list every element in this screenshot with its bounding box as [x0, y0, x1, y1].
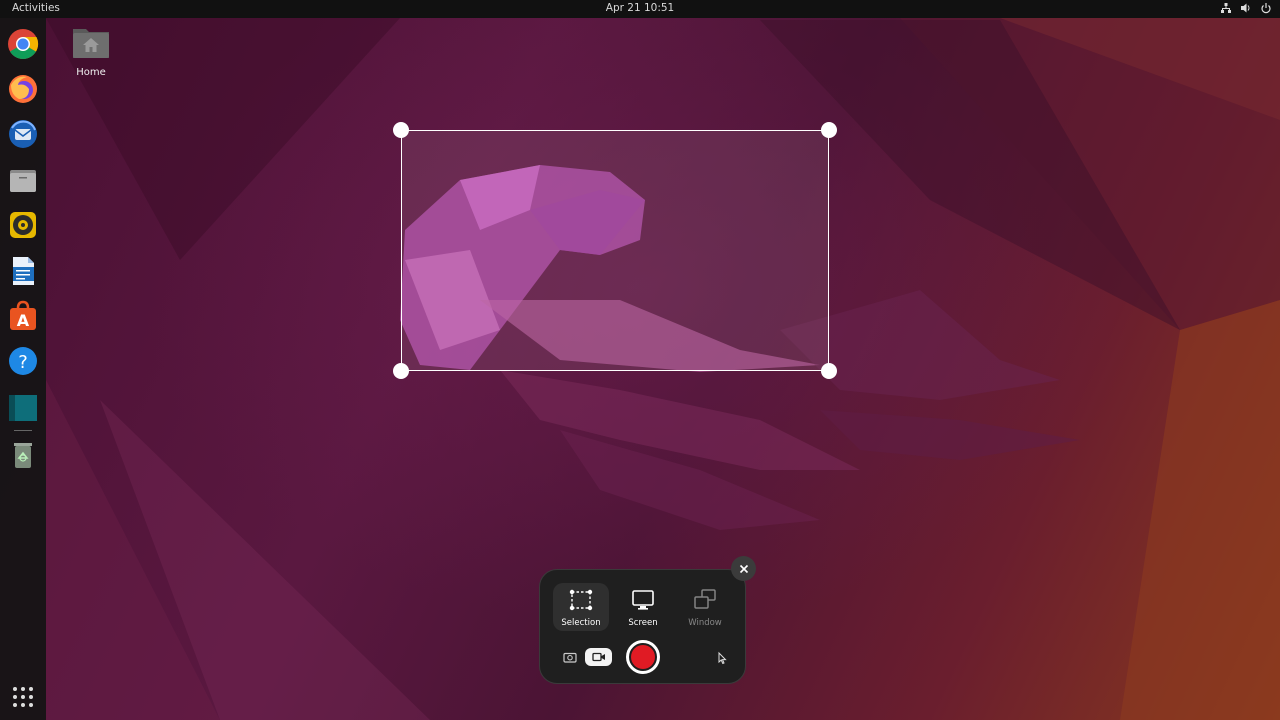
- network-icon[interactable]: [1220, 1, 1232, 15]
- system-tray[interactable]: [1220, 1, 1272, 15]
- selection-mode-button[interactable]: Selection: [553, 583, 609, 631]
- clock[interactable]: Apr 21 10:51: [606, 2, 674, 14]
- home-folder-label: Home: [76, 67, 106, 78]
- chrome-icon[interactable]: [6, 27, 40, 61]
- show-pointer-toggle[interactable]: [715, 650, 729, 666]
- thunderbird-icon[interactable]: [6, 117, 40, 151]
- software-icon[interactable]: A: [6, 299, 40, 333]
- activities-button[interactable]: Activities: [12, 2, 60, 14]
- screenshot-panel: Selection Screen Window: [539, 569, 746, 684]
- screen-mode-button[interactable]: Screen: [615, 583, 671, 631]
- home-folder-icon: [73, 29, 109, 58]
- help-icon[interactable]: ?: [6, 344, 40, 378]
- dock-separator: [14, 430, 32, 431]
- window-mode-button[interactable]: Window: [677, 583, 733, 631]
- volume-icon[interactable]: [1240, 1, 1252, 15]
- selection-icon: [569, 589, 593, 611]
- app-grid-icon[interactable]: [12, 686, 34, 708]
- camera-icon: [563, 652, 577, 663]
- svg-text:A: A: [17, 311, 30, 330]
- selection-handle-bottom-left[interactable]: [393, 363, 409, 379]
- files-icon[interactable]: [6, 163, 40, 197]
- monitor-icon: [632, 590, 654, 610]
- close-button[interactable]: [731, 556, 756, 581]
- rhythmbox-icon[interactable]: [6, 208, 40, 242]
- video-camera-icon: [591, 652, 605, 662]
- window-mode-label: Window: [688, 618, 722, 628]
- record-icon: [631, 645, 655, 669]
- writer-icon[interactable]: [6, 254, 40, 288]
- pointer-icon: [718, 651, 727, 665]
- power-icon[interactable]: [1260, 1, 1272, 15]
- selection-handle-top-right[interactable]: [821, 122, 837, 138]
- selection-mode-label: Selection: [561, 618, 601, 628]
- top-bar: Activities Apr 21 10:51: [0, 0, 1280, 18]
- screen-mode-label: Screen: [628, 618, 658, 628]
- firefox-icon[interactable]: [6, 72, 40, 106]
- svg-text:?: ?: [18, 352, 28, 373]
- home-folder[interactable]: Home: [68, 24, 114, 78]
- window-icon: [694, 589, 716, 609]
- dock: A ?: [0, 18, 46, 720]
- trash-icon[interactable]: [6, 438, 40, 472]
- selection-handle-top-left[interactable]: [393, 122, 409, 138]
- close-icon: [739, 564, 748, 573]
- selection-handle-bottom-right[interactable]: [821, 363, 837, 379]
- terminal-icon[interactable]: [6, 390, 40, 424]
- screencast-toggle[interactable]: [585, 648, 612, 666]
- record-button[interactable]: [626, 640, 660, 674]
- capture-selection-area[interactable]: [401, 130, 829, 371]
- screenshot-toggle[interactable]: [560, 648, 580, 666]
